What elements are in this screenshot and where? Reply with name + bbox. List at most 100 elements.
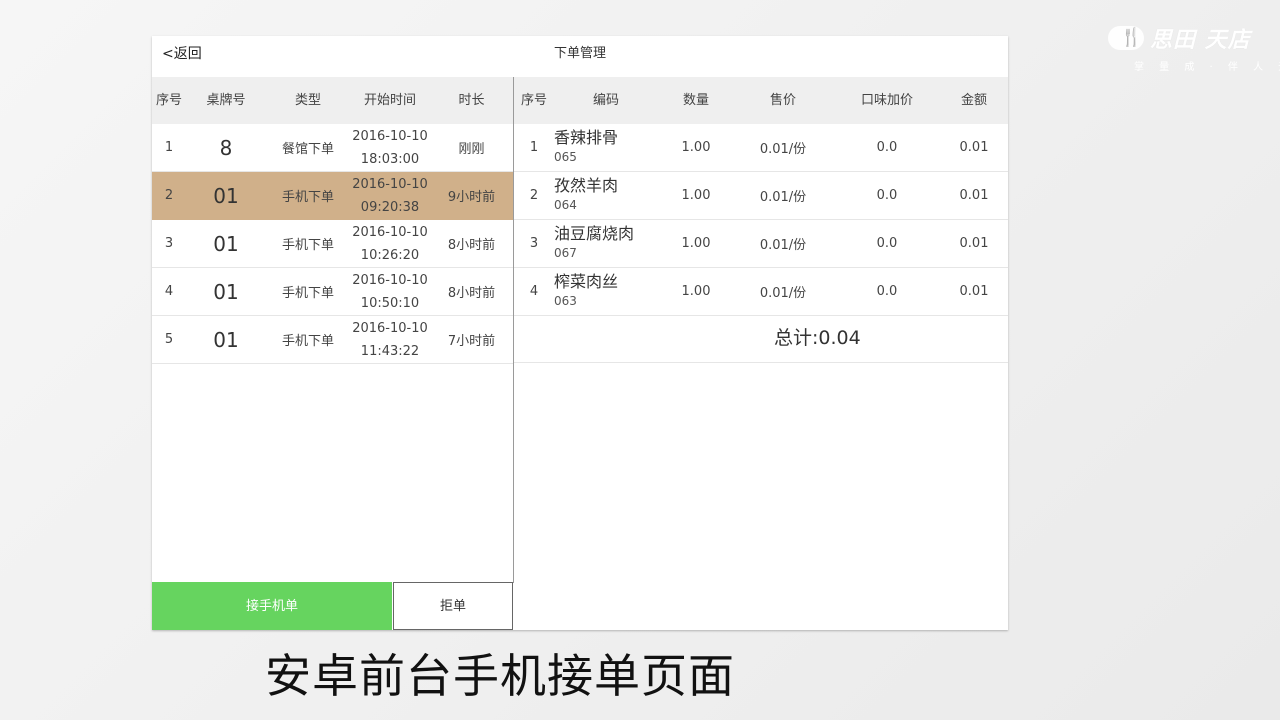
order-index: 3 (164, 236, 174, 251)
order-row[interactable]: 5 01 手机下单 2016-10-10 11:43:22 7小时前 (152, 316, 513, 364)
order-duration: 9小时前 (447, 190, 496, 205)
order-type: 手机下单 (281, 286, 334, 301)
item-index: 1 (529, 140, 539, 155)
order-row[interactable]: 1 8 餐馆下单 2016-10-10 18:03:00 刚刚 (152, 124, 513, 172)
item-name-code: 榨菜肉丝 063 (554, 271, 618, 310)
item-amount: 0.01 (959, 140, 989, 155)
order-index: 1 (164, 140, 174, 155)
reject-order-button[interactable]: 拒单 (393, 582, 513, 630)
detail-row: 4 榨菜肉丝 063 1.00 0.01/份 0.0 0.01 (514, 268, 1008, 316)
item-code: 067 (554, 246, 577, 260)
col-index: 序号 (155, 93, 182, 108)
order-duration: 7小时前 (447, 334, 496, 349)
slide-caption: 安卓前台手机接单页面 (265, 649, 735, 703)
fork-knife-icon: 🍴 (1120, 27, 1143, 48)
order-index: 5 (164, 332, 174, 347)
order-management-window: <返回 下单管理 序号 桌牌号 类型 开始时间 时长 1 8 餐馆下单 2016… (152, 36, 1008, 630)
order-list-panel: 序号 桌牌号 类型 开始时间 时长 1 8 餐馆下单 2016-10-10 18… (152, 77, 513, 630)
item-code: 064 (554, 198, 577, 212)
detail-row: 3 油豆腐烧肉 067 1.00 0.01/份 0.0 0.01 (514, 220, 1008, 268)
item-extra: 0.0 (876, 140, 898, 155)
order-index: 2 (164, 188, 174, 203)
col-qty: 数量 (682, 93, 709, 108)
order-total: 总计:0.04 (774, 327, 861, 349)
col-code: 编码 (592, 93, 619, 108)
item-name-code: 孜然羊肉 064 (554, 175, 618, 214)
order-type: 餐馆下单 (281, 142, 334, 157)
item-extra: 0.0 (876, 236, 898, 251)
item-index: 2 (529, 188, 539, 203)
item-index: 4 (529, 284, 539, 299)
col-table-no: 桌牌号 (206, 93, 246, 108)
order-row-selected[interactable]: 2 01 手机下单 2016-10-10 09:20:38 9小时前 (152, 172, 513, 220)
item-name: 油豆腐烧肉 (554, 224, 635, 243)
order-duration: 8小时前 (447, 286, 496, 301)
brand-tagline: 掌 量 成 · 伴 人 无 (1134, 62, 1280, 73)
item-amount: 0.01 (959, 284, 989, 299)
order-type: 手机下单 (281, 238, 334, 253)
item-extra: 0.0 (876, 284, 898, 299)
item-qty: 1.00 (681, 140, 711, 155)
item-qty: 1.00 (681, 284, 711, 299)
order-time: 10:26:20 (360, 247, 420, 263)
detail-row: 1 香辣排骨 065 1.00 0.01/份 0.0 0.01 (514, 124, 1008, 172)
detail-row: 2 孜然羊肉 064 1.00 0.01/份 0.0 0.01 (514, 172, 1008, 220)
order-date: 2016-10-10 (352, 128, 428, 144)
col-duration: 时长 (458, 93, 485, 108)
item-name: 香辣排骨 (554, 128, 619, 147)
order-table-no: 8 (219, 135, 233, 160)
order-date: 2016-10-10 (352, 176, 428, 192)
brand-logo: 🍴 思田 天店 掌 量 成 · 伴 人 无 (1108, 22, 1280, 74)
item-price: 0.01/份 (759, 142, 807, 157)
item-qty: 1.00 (681, 188, 711, 203)
order-table-no: 01 (213, 279, 239, 304)
item-index: 3 (529, 236, 539, 251)
order-table-no: 01 (213, 183, 239, 208)
item-name: 榨菜肉丝 (554, 272, 619, 291)
order-date: 2016-10-10 (352, 272, 428, 288)
item-price: 0.01/份 (759, 286, 807, 301)
order-time: 11:43:22 (360, 343, 420, 359)
item-amount: 0.01 (959, 188, 989, 203)
order-type: 手机下单 (281, 190, 334, 205)
order-start-time: 2016-10-10 18:03:00 (350, 124, 430, 171)
page-title: 下单管理 (553, 46, 606, 61)
item-price: 0.01/份 (759, 238, 807, 253)
order-table-no: 01 (213, 231, 239, 256)
order-detail-panel: 序号 编码 数量 售价 口味加价 金额 1 香辣排骨 065 1.00 0.01… (514, 77, 1008, 630)
col-price: 售价 (769, 93, 796, 108)
col-amount: 金额 (960, 93, 987, 108)
accept-mobile-order-button[interactable]: 接手机单 (152, 582, 392, 630)
order-start-time: 2016-10-10 11:43:22 (350, 316, 430, 363)
order-row[interactable]: 3 01 手机下单 2016-10-10 10:26:20 8小时前 (152, 220, 513, 268)
item-price: 0.01/份 (759, 190, 807, 205)
col-index: 序号 (520, 93, 547, 108)
title-bar: <返回 下单管理 (152, 36, 1008, 77)
order-table-no: 01 (213, 327, 239, 352)
item-qty: 1.00 (681, 236, 711, 251)
order-date: 2016-10-10 (352, 320, 428, 336)
order-time: 10:50:10 (360, 295, 420, 311)
order-duration: 8小时前 (447, 238, 496, 253)
item-amount: 0.01 (959, 236, 989, 251)
detail-table-header: 序号 编码 数量 售价 口味加价 金额 (514, 77, 1008, 124)
order-time: 09:20:38 (360, 199, 420, 215)
brand-name: 思田 天店 (1150, 28, 1251, 53)
col-type: 类型 (294, 93, 321, 108)
item-extra: 0.0 (876, 188, 898, 203)
order-duration: 刚刚 (458, 142, 485, 157)
order-row[interactable]: 4 01 手机下单 2016-10-10 10:50:10 8小时前 (152, 268, 513, 316)
item-name: 孜然羊肉 (554, 176, 619, 195)
order-type: 手机下单 (281, 334, 334, 349)
item-code: 065 (554, 150, 577, 164)
order-table-header: 序号 桌牌号 类型 开始时间 时长 (152, 77, 513, 124)
col-start-time: 开始时间 (363, 93, 416, 108)
item-name-code: 油豆腐烧肉 067 (554, 223, 634, 262)
item-name-code: 香辣排骨 065 (554, 127, 618, 166)
order-start-time: 2016-10-10 10:26:20 (350, 220, 430, 267)
order-index: 4 (164, 284, 174, 299)
item-code: 063 (554, 294, 577, 308)
order-start-time: 2016-10-10 09:20:38 (350, 172, 430, 219)
order-date: 2016-10-10 (352, 224, 428, 240)
order-time: 18:03:00 (360, 151, 420, 167)
